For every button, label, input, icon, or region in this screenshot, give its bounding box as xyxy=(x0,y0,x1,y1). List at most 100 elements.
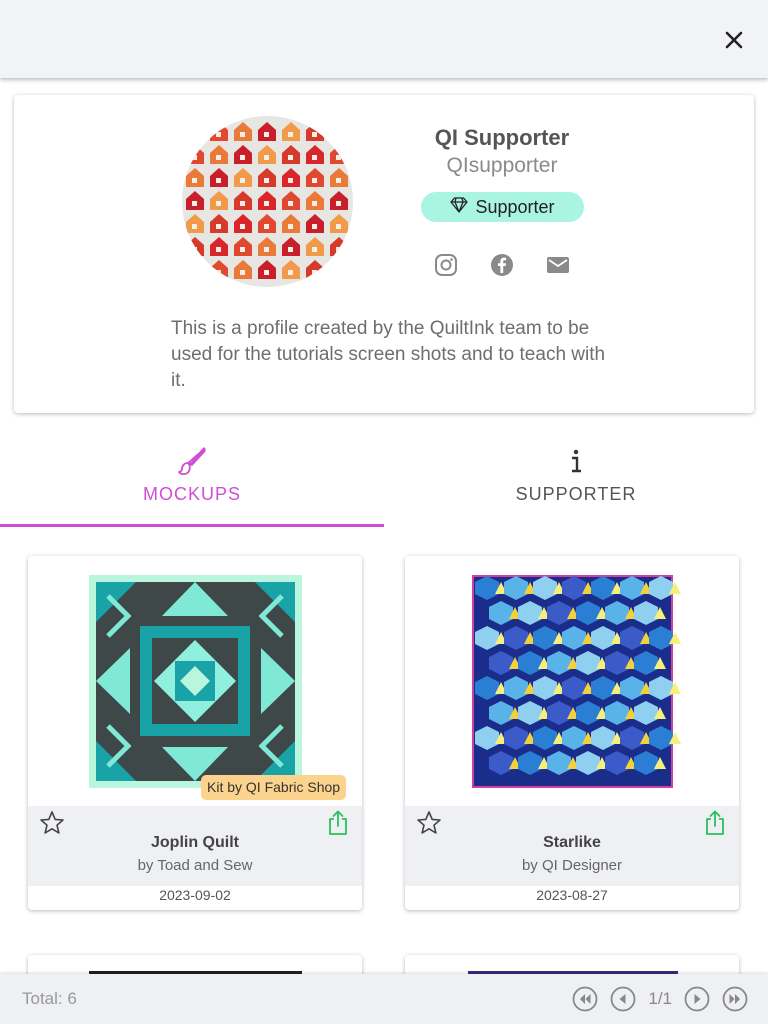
avatar-house-window xyxy=(288,224,293,229)
avatar-house-window xyxy=(336,201,341,206)
first-page-icon[interactable] xyxy=(572,986,598,1012)
avatar-house-window xyxy=(264,247,269,252)
next-page-icon[interactable] xyxy=(684,986,710,1012)
avatar-house-window xyxy=(216,155,221,160)
avatar-house-window xyxy=(288,155,293,160)
avatar-house-window xyxy=(216,201,221,206)
mockup-date: 2023-08-27 xyxy=(536,887,608,903)
previous-page-icon[interactable] xyxy=(610,986,636,1012)
last-page-icon[interactable] xyxy=(722,986,748,1012)
badge-label: Supporter xyxy=(475,196,555,217)
avatar-house-window xyxy=(192,224,197,229)
avatar-house-window xyxy=(336,247,341,252)
avatar-house-window xyxy=(192,155,197,160)
share-icon[interactable] xyxy=(326,810,350,836)
active-tab-indicator xyxy=(0,524,384,527)
avatar-house-window xyxy=(216,247,221,252)
mockup-thumbnail[interactable]: Kit by QI Fabric Shop xyxy=(28,556,362,806)
avatar-house-window xyxy=(192,247,197,252)
tab-mockups[interactable]: MOCKUPS xyxy=(0,440,384,528)
avatar-house-window xyxy=(312,224,317,229)
tab-supporter-label: SUPPORTER xyxy=(515,484,637,504)
avatar-house-window xyxy=(216,224,221,229)
avatar-house-window xyxy=(312,270,317,275)
top-bar xyxy=(0,0,768,78)
page-indicator: 1/1 xyxy=(648,989,672,1008)
paintbrush-icon xyxy=(176,446,208,478)
avatar-house-window xyxy=(192,270,197,275)
avatar-house-block xyxy=(210,122,228,141)
mockup-title: Starlike xyxy=(543,834,601,851)
instagram-icon[interactable] xyxy=(434,253,458,277)
avatar-house-window xyxy=(264,155,269,160)
avatar-house-window xyxy=(264,132,269,137)
mockup-thumbnail[interactable] xyxy=(405,556,739,806)
profile-tabs: MOCKUPS SUPPORTER xyxy=(0,440,768,528)
avatar-house-window xyxy=(240,132,245,137)
avatar-house-block xyxy=(330,122,348,141)
close-icon[interactable] xyxy=(722,28,746,52)
mockup-card[interactable]: Kit by QI Fabric Shop Joplin Quilt by To… xyxy=(28,556,362,910)
facebook-icon[interactable] xyxy=(490,253,514,277)
avatar-house-window xyxy=(336,132,341,137)
avatar-house-window xyxy=(288,270,293,275)
mockup-author: by Toad and Sew xyxy=(137,857,253,874)
avatar-house-window xyxy=(216,270,221,275)
profile-card: QI Supporter QIsupporter Supporter This … xyxy=(14,95,754,413)
diamond-icon xyxy=(450,196,469,218)
avatar-house-window xyxy=(288,178,293,183)
avatar-house-window xyxy=(240,178,245,183)
profile-handle: QIsupporter xyxy=(446,154,558,177)
avatar-house-window xyxy=(288,247,293,252)
avatar-house-window xyxy=(312,132,317,137)
profile-name: QI Supporter xyxy=(434,125,570,150)
avatar-house-window xyxy=(312,178,317,183)
avatar-house-window xyxy=(240,201,245,206)
mockup-date: 2023-09-02 xyxy=(159,887,231,903)
avatar-house-window xyxy=(336,178,341,183)
avatar-house-window xyxy=(240,270,245,275)
mockup-author: by QI Designer xyxy=(521,857,623,874)
kit-badge: Kit by QI Fabric Shop xyxy=(201,775,347,800)
social-links xyxy=(434,253,570,277)
tab-supporter[interactable]: SUPPORTER xyxy=(384,440,768,528)
pagination-bar: Total: 6 1/1 xyxy=(0,974,768,1024)
supporter-badge: Supporter xyxy=(421,192,584,222)
share-icon[interactable] xyxy=(703,810,727,836)
avatar-house-window xyxy=(312,201,317,206)
mockup-meta: Starlike by QI Designer xyxy=(405,806,739,886)
avatar-house-window xyxy=(264,224,269,229)
avatar-house-window xyxy=(216,132,221,137)
avatar-house-window xyxy=(264,270,269,275)
avatar-house-window xyxy=(192,132,197,137)
avatar-house-window xyxy=(192,201,197,206)
avatar-house-window xyxy=(240,155,245,160)
avatar-house-window xyxy=(312,247,317,252)
avatar-house-window xyxy=(336,270,341,275)
avatar-house-block xyxy=(306,122,324,141)
email-icon[interactable] xyxy=(546,253,570,277)
avatar-house-block xyxy=(330,260,348,279)
avatar-house-window xyxy=(264,201,269,206)
tab-mockups-label: MOCKUPS xyxy=(142,484,241,504)
avatar-house-window xyxy=(264,178,269,183)
avatar-house-window xyxy=(336,224,341,229)
pager: 1/1 xyxy=(572,986,748,1012)
info-icon xyxy=(560,446,592,478)
profile-bio: This is a profile created by the QuiltIn… xyxy=(171,318,606,391)
star-icon[interactable] xyxy=(39,810,65,836)
mockup-title: Joplin Quilt xyxy=(151,834,239,851)
avatar-house-window xyxy=(216,178,221,183)
mockup-card[interactable]: Starlike by QI Designer 2023-08-27 xyxy=(405,556,739,910)
avatar-house-window xyxy=(240,247,245,252)
avatar-house-window xyxy=(336,155,341,160)
star-icon[interactable] xyxy=(416,810,442,836)
avatar-house-window xyxy=(312,155,317,160)
avatar-house-window xyxy=(192,178,197,183)
avatar-house-block xyxy=(186,260,204,279)
avatar-house-block xyxy=(186,122,204,141)
avatar-house-window xyxy=(288,132,293,137)
avatar-house-window xyxy=(288,201,293,206)
avatar-house-window xyxy=(240,224,245,229)
avatar xyxy=(182,116,353,287)
